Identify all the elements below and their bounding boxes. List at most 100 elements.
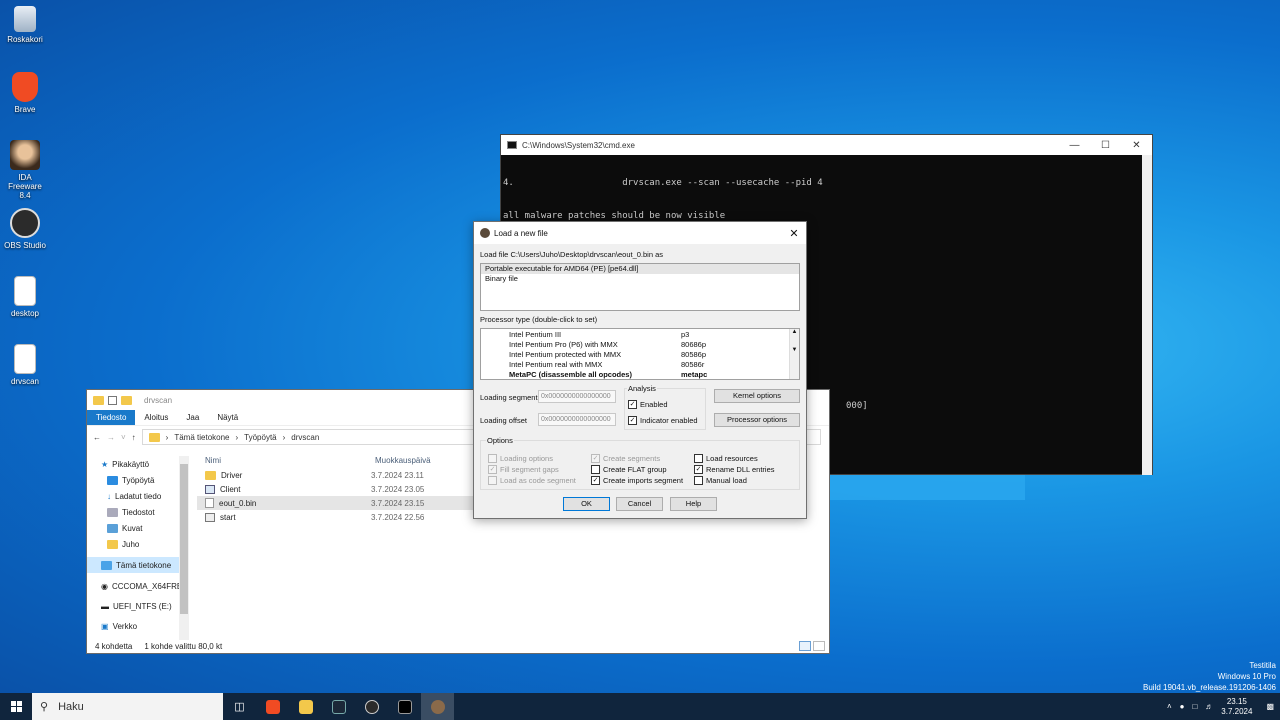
tab-view[interactable]: Näytä — [208, 410, 247, 425]
microphone-icon[interactable]: ● — [1180, 702, 1185, 711]
download-icon: ↓ — [107, 491, 111, 501]
system-tray: ˄ ● □ ♬ 23.15 3.7.2024 ▩ — [1167, 697, 1280, 717]
help-button[interactable]: Help — [670, 497, 717, 511]
processor-options-button[interactable]: Processor options — [714, 413, 800, 427]
breadcrumb-item[interactable]: Tämä tietokone — [174, 433, 229, 442]
maximize-icon[interactable]: ☐ — [1090, 140, 1121, 151]
processor-item[interactable]: Intel Pentium Pro (P6) with MMX 80686p — [481, 340, 799, 350]
breadcrumb-item[interactable]: Työpöytä — [244, 433, 276, 442]
up-arrow-icon[interactable]: ↑ — [132, 433, 136, 442]
windows-watermark: Testitila Windows 10 Pro Build 19041.vb_… — [1143, 660, 1276, 693]
fill-segment-gaps-checkbox[interactable]: ✓ Fill segment gaps — [488, 464, 559, 474]
create-imports-segment-checkbox[interactable]: ✓ Create imports segment — [591, 475, 683, 485]
ida-icon — [10, 140, 40, 170]
script-icon — [205, 512, 215, 522]
desktop-icon-recycle-bin[interactable]: Roskakori — [2, 6, 48, 44]
create-segments-checkbox[interactable]: ✓ Create segments — [591, 453, 660, 463]
tab-file[interactable]: Tiedosto — [87, 410, 136, 425]
desktop-icon-label: Brave — [14, 105, 36, 114]
format-list[interactable]: Portable executable for AMD64 (PE) [pe64… — [480, 263, 800, 311]
column-header-modified[interactable]: Muokkauspäivä — [375, 456, 485, 465]
tiles-view-icon[interactable] — [813, 641, 825, 651]
close-icon[interactable]: ✕ — [782, 227, 806, 240]
details-view-icon[interactable] — [799, 641, 811, 651]
taskbar-obs[interactable] — [355, 693, 388, 720]
processor-scrollbar[interactable]: ▲ ▼ — [789, 329, 799, 379]
cmd-icon — [397, 699, 412, 714]
chevron-up-icon[interactable]: ˄ — [1167, 702, 1172, 711]
cancel-button[interactable]: Cancel — [616, 497, 663, 511]
sidebar-item-juho[interactable]: Juho — [87, 536, 187, 552]
indicator-enabled-checkbox[interactable]: ✓ Indicator enabled — [628, 415, 698, 425]
kernel-options-button[interactable]: Kernel options — [714, 389, 800, 403]
desktop-icon-label: IDA Freeware 8.4 — [8, 173, 42, 200]
loading-options-checkbox[interactable]: Loading options — [488, 453, 553, 463]
dialog-title: Load a new file — [494, 228, 548, 238]
cmd-scrollbar[interactable] — [1142, 155, 1152, 475]
sidebar-item-network[interactable]: ▣ Verkko — [87, 618, 187, 634]
chevron-down-icon[interactable]: ˅ — [121, 433, 126, 442]
cmd-icon — [507, 141, 517, 149]
format-item[interactable]: Binary file — [481, 274, 799, 284]
app-icon — [205, 484, 215, 494]
folder-icon — [298, 699, 313, 714]
load-as-code-segment-checkbox[interactable]: Load as code segment — [488, 475, 576, 485]
minimize-icon[interactable]: — — [1059, 140, 1090, 151]
column-header-name[interactable]: Nimi — [197, 456, 371, 465]
rename-dll-entries-checkbox[interactable]: ✓ Rename DLL entries — [694, 464, 775, 474]
processor-item-selected[interactable]: MetaPC (disassemble all opcodes) metapc — [481, 370, 799, 380]
sidebar-item-documents[interactable]: Tiedostot — [87, 504, 187, 520]
analysis-enabled-checkbox[interactable]: ✓ Enabled — [628, 399, 668, 409]
sidebar-item-downloads[interactable]: ↓ Ladatut tiedo — [87, 488, 187, 504]
drive-icon: ▬ — [101, 601, 109, 611]
sidebar-item-uefi-ntfs[interactable]: ▬ UEFI_NTFS (E:) — [87, 598, 187, 614]
desktop-icon-brave[interactable]: Brave — [2, 72, 48, 114]
taskbar-brave[interactable] — [256, 693, 289, 720]
create-flat-group-checkbox[interactable]: Create FLAT group — [591, 464, 667, 474]
check-icon[interactable] — [108, 395, 117, 405]
processor-item[interactable]: Intel Pentium III p3 — [481, 330, 799, 340]
ok-button[interactable]: OK — [563, 497, 610, 511]
checkbox-checked-icon: ✓ — [628, 415, 637, 425]
taskbar-ida[interactable] — [421, 693, 454, 720]
sidebar-item-this-pc[interactable]: Tämä tietokone — [87, 557, 187, 573]
notification-icon[interactable]: ▩ — [1266, 702, 1274, 711]
load-file-dialog[interactable]: Load a new file ✕ Load file C:\Users\Juh… — [473, 221, 807, 519]
sidebar-item-pictures[interactable]: Kuvat — [87, 520, 187, 536]
breadcrumb-item[interactable]: drvscan — [291, 433, 319, 442]
desktop-icon-desktop-file[interactable]: desktop — [2, 276, 48, 318]
desktop-icon-drvscan[interactable]: drvscan — [2, 344, 48, 386]
forward-arrow-icon[interactable]: → — [107, 433, 115, 442]
tab-home[interactable]: Aloitus — [135, 410, 177, 425]
navigation-scrollbar[interactable] — [179, 456, 189, 640]
desktop-icon-obs[interactable]: OBS Studio — [2, 208, 48, 250]
clock[interactable]: 23.15 3.7.2024 — [1221, 697, 1252, 717]
sidebar-item-dvd[interactable]: ◉ CCCOMA_X64FRE — [87, 578, 187, 594]
taskbar-steam[interactable] — [322, 693, 355, 720]
dialog-titlebar[interactable]: Load a new file ✕ — [474, 222, 806, 244]
loading-offset-field[interactable]: 0x0000000000000000 — [538, 413, 616, 426]
options-label: Options — [486, 436, 514, 445]
processor-item[interactable]: Intel Pentium protected with MMX 80586p — [481, 350, 799, 360]
task-view-button[interactable]: ◫ — [223, 693, 256, 720]
network-icon[interactable]: □ — [1192, 702, 1197, 711]
taskbar-explorer[interactable] — [289, 693, 322, 720]
loading-segment-field[interactable]: 0x0000000000000000 — [538, 390, 616, 403]
tab-share[interactable]: Jaa — [177, 410, 208, 425]
sidebar-item-quick-access[interactable]: ★ Pikakäyttö — [87, 456, 187, 472]
taskbar-cmd[interactable] — [388, 693, 421, 720]
processor-item[interactable]: Intel Pentium real with MMX 80586r — [481, 360, 799, 370]
desktop-icon-ida[interactable]: IDA Freeware 8.4 — [2, 140, 48, 200]
back-arrow-icon[interactable]: ← — [93, 433, 101, 442]
close-icon[interactable]: ✕ — [1121, 140, 1152, 151]
folder-icon — [121, 395, 132, 405]
processor-list[interactable]: Intel Pentium III p3 Intel Pentium Pro (P… — [480, 328, 800, 380]
taskbar-search[interactable]: ⚲ Haku — [32, 693, 223, 720]
cmd-titlebar[interactable]: C:\Windows\System32\cmd.exe — ☐ ✕ — [501, 135, 1152, 155]
volume-icon[interactable]: ♬ — [1205, 702, 1213, 711]
load-resources-checkbox[interactable]: Load resources — [694, 453, 758, 463]
start-button[interactable] — [0, 693, 32, 720]
sidebar-item-desktop[interactable]: Työpöytä — [87, 472, 187, 488]
manual-load-checkbox[interactable]: Manual load — [694, 475, 747, 485]
format-item-selected[interactable]: Portable executable for AMD64 (PE) [pe64… — [481, 264, 799, 274]
